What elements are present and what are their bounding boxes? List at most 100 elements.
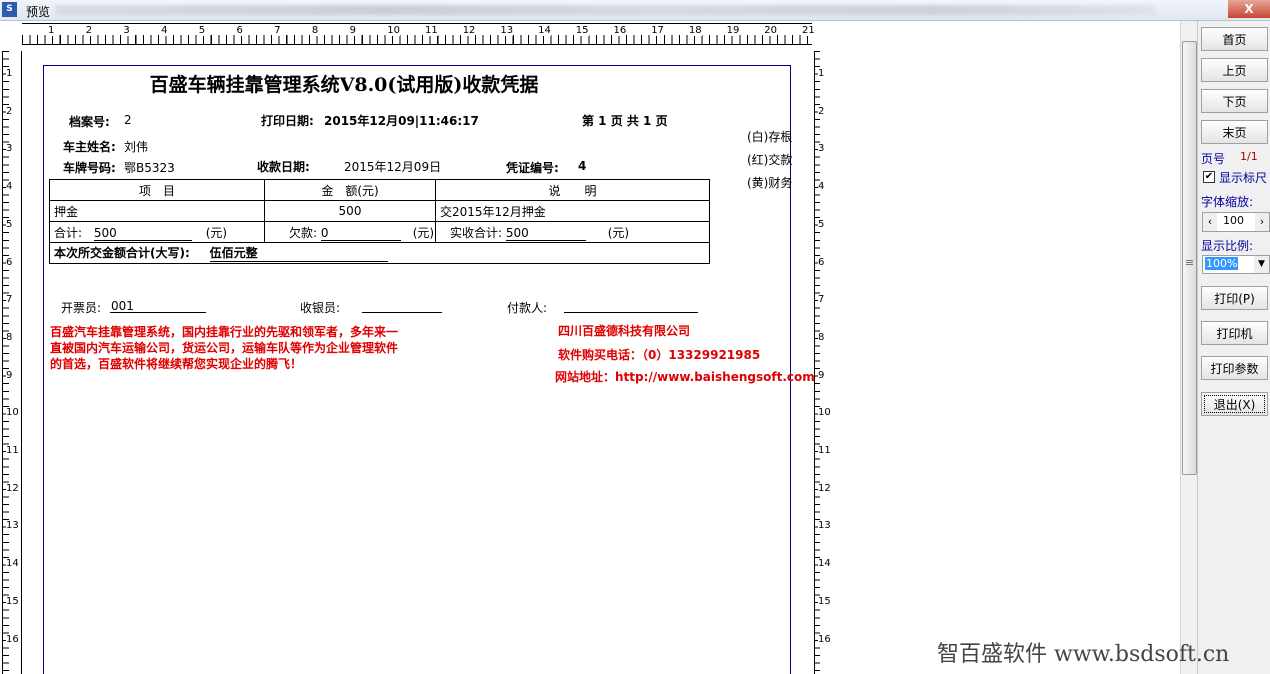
ruler-top-number: 16 xyxy=(613,25,627,36)
ruler-right-number: 13 xyxy=(818,520,831,532)
ruler-left-number: 10 xyxy=(6,407,19,419)
paid-value: 500 xyxy=(505,226,586,241)
payer-underline xyxy=(564,312,698,313)
page-info: 第 1 页 共 1 页 xyxy=(582,114,668,128)
scrollbar-thumb[interactable] xyxy=(1182,41,1197,475)
ruler-top-number: 1 xyxy=(48,25,55,36)
watermark: 智百盛软件 www.bsdsoft.cn xyxy=(937,642,1230,667)
printer-button[interactable]: 打印机 xyxy=(1201,321,1268,345)
close-button[interactable]: X xyxy=(1228,0,1270,18)
window-title: 预览 xyxy=(26,5,51,19)
debt-label: 欠款: xyxy=(289,225,318,240)
scale-label: 显示比例: xyxy=(1201,239,1254,253)
ruler-right-number: 11 xyxy=(818,445,831,456)
scale-value[interactable]: 100% xyxy=(1205,257,1239,270)
font-zoom-value[interactable]: 100 xyxy=(1223,214,1244,227)
ruler-left-number: 6 xyxy=(6,256,13,268)
ruler-top-number: 17 xyxy=(651,25,664,36)
scrollbar-grip-icon xyxy=(1186,260,1193,266)
issuer-value: 001 xyxy=(111,299,134,313)
ruler-top-number: 20 xyxy=(764,25,778,36)
debt-value: 0 xyxy=(320,226,401,241)
first-page-button[interactable]: 首页 xyxy=(1201,27,1268,51)
total-label: 合计: xyxy=(54,225,83,240)
font-zoom-label: 字体缩放: xyxy=(1201,195,1254,209)
ruler-right-number: 15 xyxy=(818,595,831,607)
cashier-underline xyxy=(362,312,442,313)
scale-select[interactable]: 100% ▼ xyxy=(1202,255,1270,274)
total-unit: (元) xyxy=(205,225,228,240)
table-header-row: 项 目 金 额(元) 说 明 xyxy=(49,179,710,201)
receive-date-label: 收款日期: xyxy=(257,160,310,174)
ruler-top-number: 19 xyxy=(726,25,740,36)
font-zoom-stepper[interactable]: ‹ 100 › xyxy=(1202,212,1270,232)
receipt-paper: 百盛车辆挂靠管理系统V8.0(试用版)收款凭据 档案号: 2 打印日期: 201… xyxy=(43,65,815,674)
show-ruler-label[interactable]: 显示标尺 xyxy=(1219,169,1267,186)
ruler-left-number: 12 xyxy=(6,482,19,494)
show-ruler-checkbox[interactable]: ✔ xyxy=(1203,171,1215,183)
totals-row: 合计: 500 (元) 欠款: 0 (元) 实收合计: 500 (元) xyxy=(49,221,710,243)
ruler-top-number: 18 xyxy=(688,25,702,36)
ruler-right-number: 9 xyxy=(818,369,825,381)
control-panel: 首页 上页 下页 末页 页号 1/1 ✔ 显示标尺 字体缩放: ‹ 100 › … xyxy=(1197,21,1270,674)
ruler-left-number: 1 xyxy=(6,68,13,79)
paid-unit: (元) xyxy=(607,225,630,240)
ruler-right-number: 16 xyxy=(818,633,831,645)
company-website: 网站地址：http://www.baishengsoft.com xyxy=(555,370,815,384)
ruler-top-number: 12 xyxy=(462,25,476,36)
issuer-label: 开票员: xyxy=(61,301,102,315)
paid-label: 实收合计: xyxy=(450,225,503,240)
owner-label: 车主姓名: xyxy=(63,140,116,154)
title-bar-obscured-text xyxy=(55,5,1155,15)
exit-button[interactable]: 退出(X) xyxy=(1201,392,1268,416)
copy-label-white: (白)存根 xyxy=(747,130,793,144)
chevron-right-icon[interactable]: › xyxy=(1255,213,1269,231)
ruler-top-number: 15 xyxy=(575,25,589,36)
prev-page-button[interactable]: 上页 xyxy=(1201,58,1268,82)
ruler-right-number: 14 xyxy=(818,558,831,570)
payer-label: 付款人: xyxy=(507,301,548,315)
ruler-left-number: 16 xyxy=(6,633,19,645)
app-icon: S xyxy=(2,2,17,17)
words-label: 本次所交金额合计(大写): xyxy=(54,246,190,260)
voucher-value: 4 xyxy=(578,159,587,173)
title-bar: S 预览 X xyxy=(0,0,1270,21)
ruler-left-number: 11 xyxy=(6,445,19,456)
ruler-left-number: 14 xyxy=(6,558,19,570)
chevron-down-icon[interactable]: ▼ xyxy=(1254,256,1269,273)
words-value: 伍佰元整 xyxy=(209,244,388,262)
print-params-button[interactable]: 打印参数 xyxy=(1201,356,1268,380)
amount-cell: 500 xyxy=(264,200,436,222)
ruler-right-number: 1 xyxy=(818,68,825,79)
total-value: 500 xyxy=(93,226,192,241)
ruler-right-number: 5 xyxy=(818,218,825,230)
words-row: 本次所交金额合计(大写): 伍佰元整 xyxy=(49,242,710,264)
ruler-top-number: 8 xyxy=(311,25,319,36)
chevron-left-icon[interactable]: ‹ xyxy=(1203,213,1217,231)
print-date-value: 2015年12月09|11:46:17 xyxy=(324,114,479,128)
ruler-top-number: 3 xyxy=(123,25,130,36)
ruler-left-number: 15 xyxy=(6,595,19,607)
voucher-label: 凭证编号: xyxy=(506,161,559,175)
ruler-top-number: 13 xyxy=(500,25,514,36)
vertical-scrollbar[interactable] xyxy=(1180,21,1197,674)
ruler-top-number: 10 xyxy=(387,25,401,36)
company-name: 四川百盛德科技有限公司 xyxy=(558,324,691,338)
header-amount: 金 额(元) xyxy=(264,179,436,201)
next-page-button[interactable]: 下页 xyxy=(1201,89,1268,113)
print-button[interactable]: 打印(P) xyxy=(1201,286,1268,310)
receive-date-value: 2015年12月09日 xyxy=(344,160,442,174)
promo-line-2: 直被国内汽车运输公司，货运公司，运输车队等作为企业管理软件 xyxy=(50,341,399,355)
ruler-top-number: 21 xyxy=(802,25,815,36)
ruler-right-number: 10 xyxy=(818,407,831,419)
issuer-underline xyxy=(110,312,206,313)
promo-line-1: 百盛汽车挂靠管理系统，国内挂靠行业的先驱和领军者，多年来一 xyxy=(50,325,399,339)
item-cell: 押金 xyxy=(49,200,265,222)
debt-unit: (元) xyxy=(412,225,435,240)
ruler-right-number: 12 xyxy=(818,482,831,494)
ruler-right-number: 3 xyxy=(818,143,825,155)
ruler-left-number: 9 xyxy=(6,369,13,381)
ruler-top-number: 6 xyxy=(236,25,243,36)
ruler-left-number: 2 xyxy=(6,105,13,117)
last-page-button[interactable]: 末页 xyxy=(1201,120,1268,144)
